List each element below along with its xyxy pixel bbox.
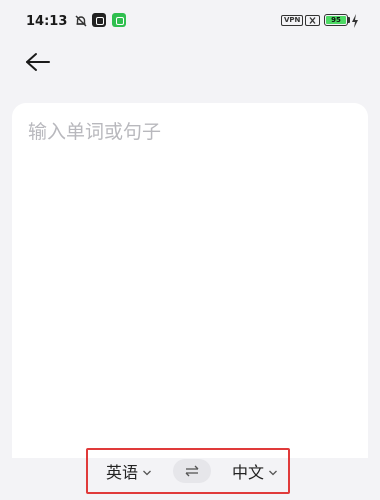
battery-icon: 95 bbox=[324, 14, 348, 26]
text-input[interactable] bbox=[12, 103, 368, 458]
bell-off-icon bbox=[74, 13, 88, 32]
language-bar: 英语 中文 bbox=[86, 448, 290, 494]
arrow-left-icon bbox=[25, 52, 51, 76]
sim-off-icon bbox=[305, 15, 320, 26]
charging-icon bbox=[351, 13, 359, 32]
source-language-label: 英语 bbox=[106, 463, 139, 482]
chevron-down-icon bbox=[268, 462, 278, 481]
app-notification-icon bbox=[112, 13, 126, 27]
battery-level: 95 bbox=[326, 16, 346, 24]
input-card bbox=[12, 103, 368, 458]
battery-tip bbox=[348, 17, 350, 23]
target-language-select[interactable]: 中文 bbox=[232, 459, 278, 483]
swap-languages-button[interactable] bbox=[173, 459, 211, 483]
target-language-label: 中文 bbox=[231, 463, 264, 482]
app-notification-icon bbox=[92, 13, 106, 27]
chevron-down-icon bbox=[142, 462, 152, 481]
status-bar: 14:13 VPN 95 bbox=[0, 0, 380, 40]
status-time: 14:13 bbox=[26, 14, 68, 29]
back-button[interactable] bbox=[20, 46, 56, 82]
vpn-icon: VPN bbox=[281, 15, 304, 26]
source-language-select[interactable]: 英语 bbox=[106, 459, 152, 483]
swap-arrows-icon bbox=[184, 462, 200, 481]
